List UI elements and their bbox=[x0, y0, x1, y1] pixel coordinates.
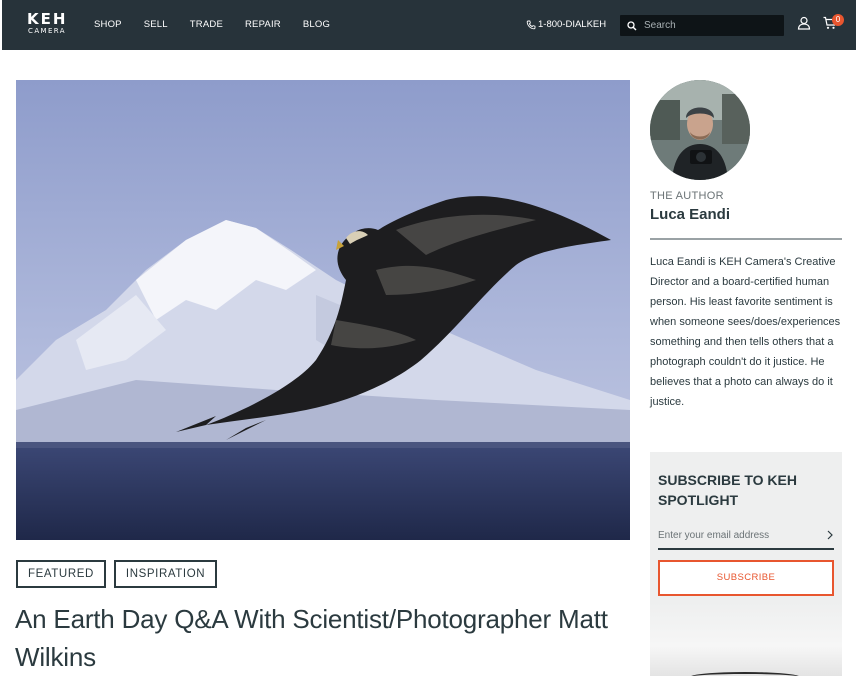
search-bar[interactable] bbox=[620, 15, 784, 36]
cart-count-badge: 0 bbox=[832, 14, 844, 26]
article-hero-image bbox=[16, 80, 630, 540]
decorative-curve bbox=[690, 672, 800, 676]
email-field[interactable] bbox=[658, 524, 818, 546]
user-icon[interactable] bbox=[797, 16, 811, 30]
subscribe-title: SUBSCRIBE TO KEH SPOTLIGHT bbox=[658, 472, 797, 508]
site-header: KEH CAMERA SHOP SELL TRADE REPAIR BLOG 1… bbox=[0, 0, 856, 50]
nav-repair[interactable]: REPAIR bbox=[245, 19, 281, 30]
nav-blog[interactable]: BLOG bbox=[303, 19, 330, 30]
logo-sub-text: CAMERA bbox=[28, 27, 66, 35]
search-input[interactable] bbox=[644, 20, 774, 31]
tag-inspiration[interactable]: INSPIRATION bbox=[113, 560, 218, 588]
author-divider bbox=[650, 238, 842, 240]
tag-featured[interactable]: FEATURED bbox=[16, 560, 106, 588]
chevron-right-icon[interactable] bbox=[826, 530, 834, 540]
author-kicker: THE AUTHOR bbox=[650, 190, 724, 202]
phone-number: 1-800-DIALKEH bbox=[538, 19, 607, 30]
email-field-wrap bbox=[658, 524, 834, 550]
nav-shop[interactable]: SHOP bbox=[94, 19, 122, 30]
keh-camera-logo[interactable]: KEH CAMERA bbox=[27, 12, 67, 36]
search-icon bbox=[627, 20, 637, 30]
subscribe-box: SUBSCRIBE TO KEH SPOTLIGHT SUBSCRIBE bbox=[650, 452, 842, 676]
logo-main-text: KEH bbox=[27, 10, 68, 28]
phone-icon bbox=[526, 20, 536, 29]
main-nav: SHOP SELL TRADE REPAIR BLOG bbox=[94, 19, 352, 30]
author-name[interactable]: Luca Eandi bbox=[650, 206, 730, 223]
subscribe-background bbox=[650, 602, 842, 676]
subscribe-button[interactable]: SUBSCRIBE bbox=[658, 560, 834, 596]
article-title: An Earth Day Q&A With Scientist/Photogra… bbox=[15, 604, 608, 672]
article-tags: FEATURED INSPIRATION bbox=[16, 560, 225, 588]
author-bio: Luca Eandi is KEH Camera's Creative Dire… bbox=[650, 256, 841, 408]
author-avatar bbox=[650, 80, 750, 180]
nav-sell[interactable]: SELL bbox=[144, 19, 168, 30]
phone-link[interactable]: 1-800-DIALKEH bbox=[526, 19, 606, 30]
nav-trade[interactable]: TRADE bbox=[190, 19, 223, 30]
